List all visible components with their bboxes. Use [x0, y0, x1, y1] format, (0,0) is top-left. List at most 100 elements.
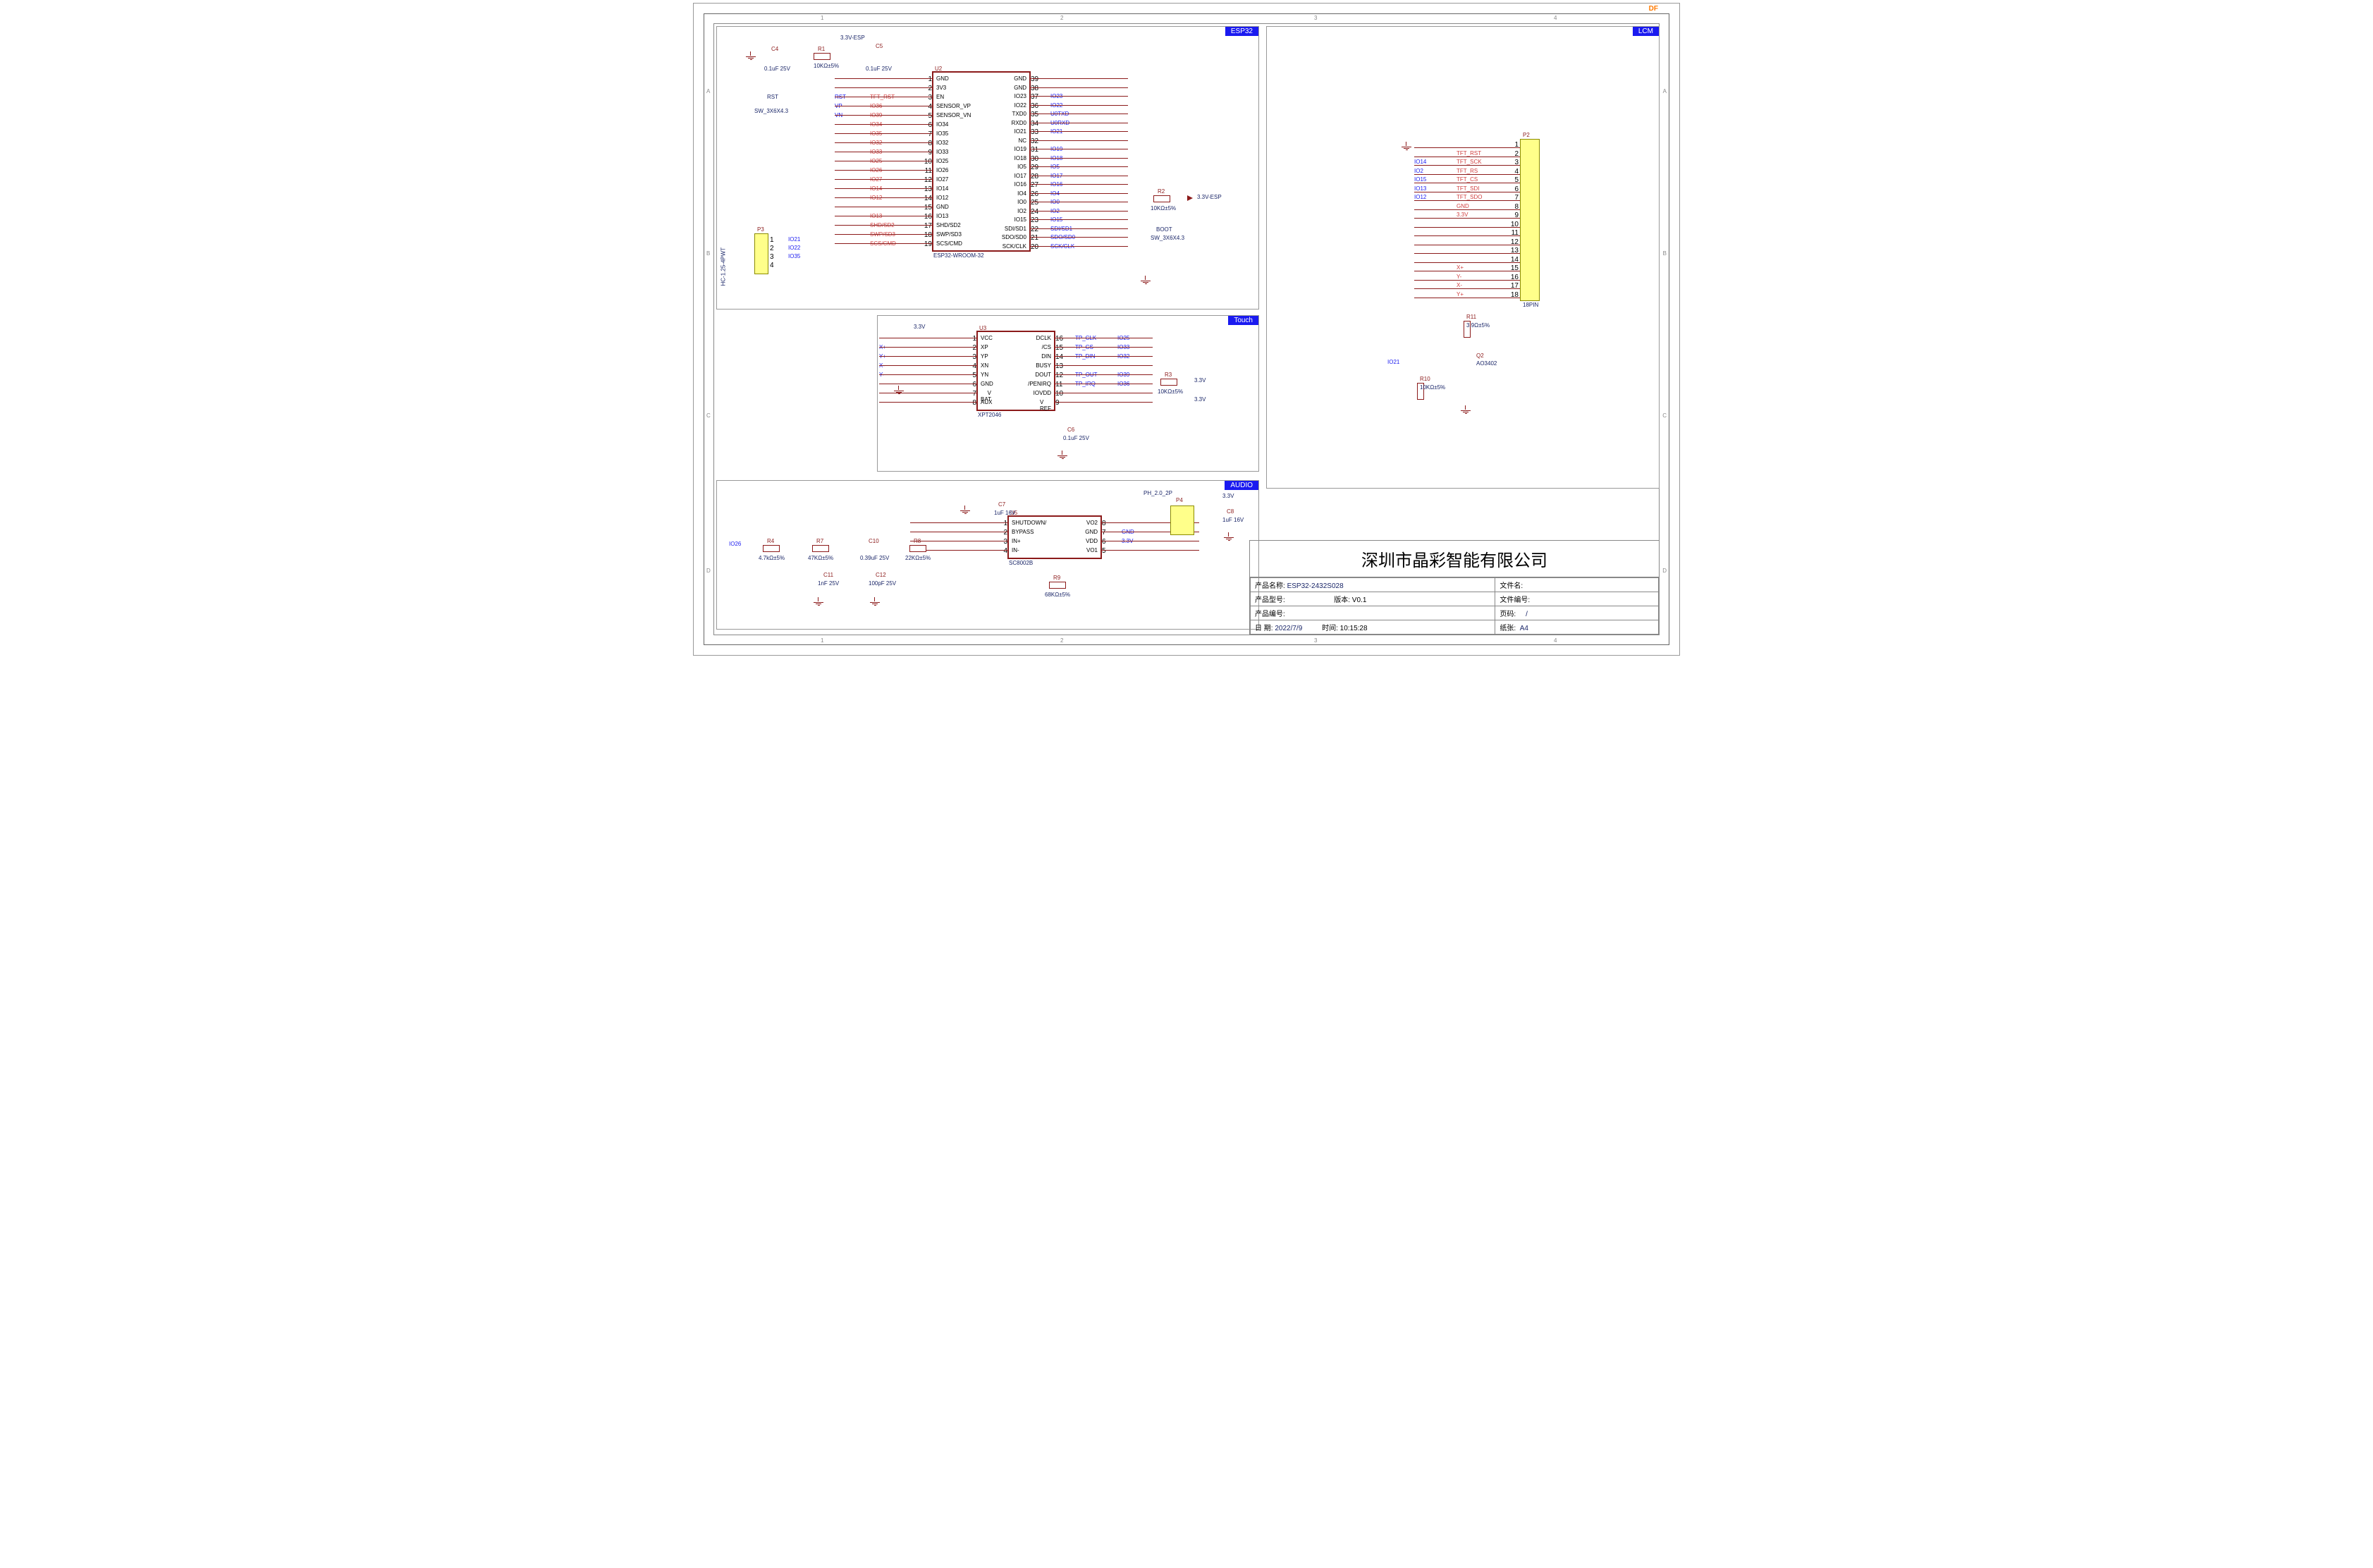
- conn-pin: IO14TFT_SCK3: [1414, 159, 1520, 167]
- ic-pin: 24IO2IO2: [1029, 208, 1128, 217]
- row-tick: C: [1662, 412, 1667, 419]
- pwr-label: 3.3V-ESP: [840, 35, 865, 41]
- r9-val: 68KΩ±5%: [1045, 592, 1070, 598]
- ic-u3: U3 XPT2046 1VCCX+2XPY+3YPX-4XNY-5YN6GND7…: [976, 331, 1055, 411]
- rst-val: SW_3X6X4.3: [754, 108, 788, 114]
- r1-ref: R1: [818, 46, 825, 52]
- r7-ref: R7: [816, 538, 823, 544]
- ic-pin: 8AUX: [879, 399, 978, 408]
- ic-ref: U2: [935, 66, 942, 72]
- c8-val: 1uF 16V: [1222, 517, 1244, 523]
- ic-name: XPT2046: [978, 412, 1001, 418]
- conn-pin: 11: [1414, 229, 1520, 238]
- ic-pin: 20SCK/CLKSCK/CLK: [1029, 243, 1128, 252]
- ic-pin: IO328IO32: [835, 140, 933, 149]
- conn-p2: [1520, 139, 1540, 301]
- res-r8: [909, 545, 926, 552]
- r8-val: 22KΩ±5%: [905, 555, 931, 561]
- ic-pin: 22SDI/SD1SDI/SD1: [1029, 226, 1128, 235]
- ic-pin: 1GND: [835, 75, 933, 85]
- ic-pin: 37IO23IO23: [1029, 93, 1128, 102]
- c8-ref: C8: [1227, 508, 1234, 515]
- ic-u5: U5 SC8002B 1SHUTDOWN/2BYPASS3IN+4IN-8VO2…: [1007, 515, 1102, 559]
- ic-pin: 1VCC: [879, 335, 978, 344]
- ic-pin: SHD/SD217SHD/SD2: [835, 222, 933, 231]
- row-tick: D: [706, 568, 711, 574]
- ic-pin: 31IO19IO19: [1029, 146, 1128, 155]
- ic-ref: U3: [979, 325, 986, 331]
- r3-ref: R3: [1165, 372, 1172, 378]
- block-tag: ESP32: [1225, 27, 1258, 36]
- schematic-sheet: DF 1 2 3 4 1 2 3 4 A B C D A B C D ESP32…: [693, 3, 1680, 656]
- arrow-icon: [1187, 195, 1193, 201]
- c4-ref: C4: [771, 46, 778, 52]
- conn-pin: TFT_RST2: [1414, 150, 1520, 159]
- ic-pin: 25IO0IO0: [1029, 199, 1128, 208]
- ic-pin: SWP/SD318SWP/SD3: [835, 231, 933, 240]
- conn-pin: 1: [1414, 141, 1520, 149]
- ic-pin: VNIO395SENSOR_VN: [835, 112, 933, 121]
- ic-pin: SCS/CMD19SCS/CMD: [835, 240, 933, 250]
- conn-p3: [754, 233, 768, 274]
- ic-pin: Y-5YN: [879, 372, 978, 381]
- ic-pin: 28IO17IO17: [1029, 173, 1128, 182]
- p3-name: HC-1.25-4PWT: [721, 247, 727, 286]
- title-block: 深圳市晶彩智能有限公司 产品名称: ESP32-2432S028文件名: 产品型…: [1249, 540, 1660, 635]
- c5-val: 0.1uF 25V: [866, 66, 892, 72]
- conn-pin: 13: [1414, 247, 1520, 255]
- p2-name: 18PIN: [1523, 302, 1538, 308]
- ic-pin: IO1316IO13: [835, 213, 933, 222]
- ic-pin: 39GND: [1029, 75, 1128, 85]
- gnd-icon: [1224, 537, 1234, 544]
- c11-val: 1nF 25V: [818, 580, 839, 587]
- conn-pin: IO12TFT_SDO7: [1414, 194, 1520, 202]
- p3-ref: P3: [757, 226, 764, 233]
- row-tick: B: [706, 250, 710, 257]
- ic-pin: 23IO15IO15: [1029, 216, 1128, 226]
- ic-pin: IO346IO34: [835, 121, 933, 130]
- ic-pin: 13BUSY: [1054, 362, 1153, 372]
- p4-ref: P4: [1176, 497, 1183, 503]
- p2-ref: P2: [1523, 132, 1530, 138]
- c5-ref: C5: [876, 43, 883, 49]
- conn-pin: IO13TFT_SDI6: [1414, 185, 1520, 194]
- ic-pin: 11TP_IRQIO36/PENIRQ: [1054, 381, 1153, 390]
- row-tick: B: [1663, 250, 1667, 257]
- ic-pin: IO1214IO12: [835, 195, 933, 204]
- conn-pin: 10: [1414, 221, 1520, 229]
- r2-ref: R2: [1158, 188, 1165, 195]
- block-tag: Touch: [1228, 316, 1258, 325]
- ic-pin: 32NC: [1029, 137, 1128, 147]
- col-tick: 3: [1314, 637, 1317, 644]
- row-tick: D: [1662, 568, 1667, 574]
- ic-pin: 29IO5IO5: [1029, 164, 1128, 173]
- ic-pin: 12TP_OUTIO39DOUT: [1054, 372, 1153, 381]
- conn-pin: GND8: [1414, 203, 1520, 212]
- ic-pin: Y+3YP: [879, 353, 978, 362]
- res-r3: [1160, 379, 1177, 386]
- gnd-icon: [1057, 455, 1067, 462]
- c12-val: 100pF 25V: [869, 580, 896, 587]
- conn-pin: 4: [768, 262, 811, 270]
- ic-pin: 16TP_CLKIO25DCLK: [1054, 335, 1153, 344]
- col-tick: 4: [1554, 637, 1557, 644]
- ic-pin: IO2611IO26: [835, 167, 933, 176]
- gnd-icon: [894, 390, 904, 397]
- col-tick: 2: [1060, 637, 1063, 644]
- company-name: 深圳市晶彩智能有限公司: [1250, 541, 1659, 577]
- conn-pin: IO15TFT_CS5: [1414, 176, 1520, 185]
- res-r4: [763, 545, 780, 552]
- ic-pin: 1SHUTDOWN/: [910, 520, 1009, 529]
- ic-pin: 36IO22IO22: [1029, 102, 1128, 111]
- ic-pin: IO2712IO27: [835, 176, 933, 185]
- c6-ref: C6: [1067, 427, 1074, 433]
- ic-pin: 23V3: [835, 85, 933, 94]
- c12-ref: C12: [876, 572, 886, 578]
- conn-pin: 12: [1414, 238, 1520, 247]
- col-tick: 4: [1554, 15, 1557, 21]
- pwr-label: 3.3V: [1194, 396, 1206, 403]
- ic-pin: X+2XP: [879, 344, 978, 353]
- ic-name: ESP32-WROOM-32: [933, 252, 984, 259]
- r8-ref: R8: [914, 538, 921, 544]
- conn-pin: X-17: [1414, 282, 1520, 290]
